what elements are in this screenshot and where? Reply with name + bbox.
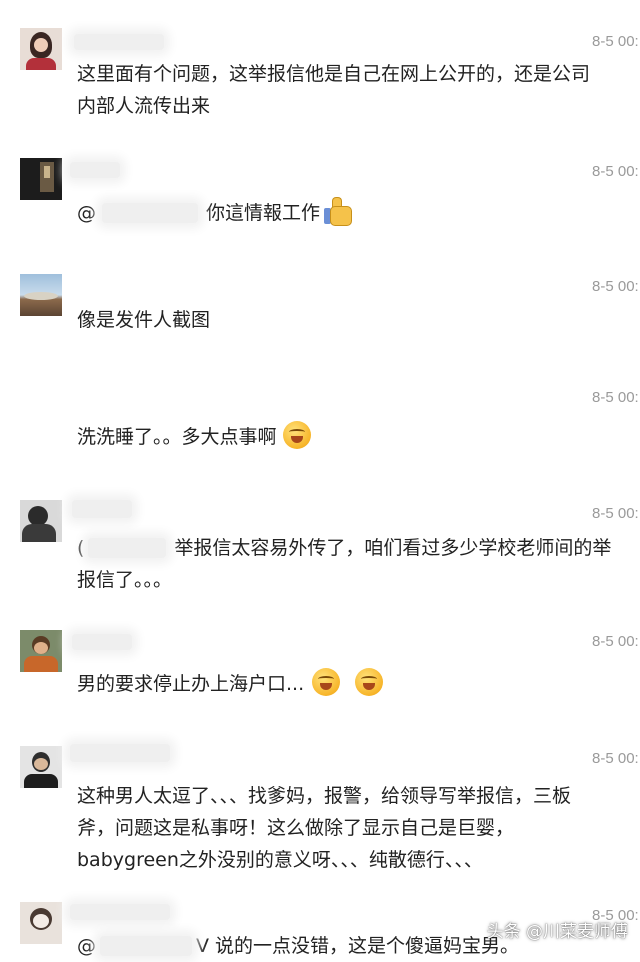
mention-prefix: @	[77, 935, 96, 957]
laugh-cry-icon	[282, 421, 311, 449]
username-redacted	[74, 34, 164, 50]
comment-text: 这种男人太逗了、、、找爹妈，报警，给领导写举报信，三板 斧，问题这是私事呀！这么…	[77, 780, 627, 876]
comment-timestamp: 8-5 00:	[592, 750, 639, 767]
comment-line: 内部人流传出来	[77, 95, 211, 117]
laugh-cry-icon	[312, 668, 341, 696]
username-redacted	[72, 500, 132, 518]
comment-timestamp: 8-5 00:	[592, 278, 639, 295]
comment-timestamp: 8-5 00:	[592, 163, 639, 180]
comment-line: 报信了。。。	[77, 569, 173, 591]
comment-text: 洗洗睡了。。多大点事啊	[77, 421, 627, 453]
comment-line: 洗洗睡了。。多大点事啊	[77, 426, 277, 448]
watermark: 头条 @川菜麦师傅	[486, 922, 628, 942]
comment-line: V 说的一点没错，这是个傻逼妈宝男。	[196, 935, 520, 957]
comment-text: ( 举报信太容易外传了，咱们看过多少学校老师间的举 报信了。。。	[77, 532, 627, 596]
mention-prefix: @	[77, 202, 96, 224]
comment-line: 像是发件人截图	[77, 309, 211, 331]
thumbs-up-icon	[324, 196, 354, 226]
comment-text: @ 你這情報工作	[77, 196, 627, 229]
comment-text: 像是发件人截图	[77, 304, 627, 336]
comment-timestamp: 8-5 00:	[592, 505, 639, 522]
username-redacted	[70, 744, 170, 762]
avatar[interactable]	[20, 500, 62, 542]
avatar[interactable]	[20, 274, 62, 316]
comment-timestamp: 8-5 00:	[592, 33, 639, 50]
username-redacted	[70, 162, 120, 178]
avatar[interactable]	[20, 158, 62, 200]
comment-line: babygreen之外没别的意义呀、、、纯散德行、、、	[77, 849, 483, 871]
avatar[interactable]	[20, 746, 62, 788]
comment-line: 你這情報工作	[206, 202, 321, 224]
comment-line: 这种男人太逗了、、、找爹妈，报警，给领导写举报信，三板	[77, 785, 572, 807]
comment-text: 这里面有个问题，这举报信他是自己在网上公开的，还是公司 内部人流传出来	[77, 58, 627, 122]
username-redacted	[72, 634, 132, 650]
avatar[interactable]	[20, 902, 62, 944]
comment-timestamp: 8-5 00:	[592, 389, 639, 406]
comment-line: 举报信太容易外传了，咱们看过多少学校老师间的举	[174, 537, 612, 559]
comment-line: 斧，问题这是私事呀！这么做除了显示自己是巨婴，	[77, 817, 515, 839]
comment-timestamp: 8-5 00:	[592, 633, 639, 650]
avatar[interactable]	[20, 630, 62, 672]
mention-redacted	[100, 936, 192, 956]
comment-line: 这里面有个问题，这举报信他是自己在网上公开的，还是公司	[77, 63, 591, 85]
comment-line: 男的要求停止办上海户口...	[77, 673, 305, 695]
mention-redacted	[102, 203, 198, 223]
username-redacted	[70, 904, 170, 920]
mention-redacted	[88, 538, 167, 558]
avatar[interactable]	[20, 28, 62, 70]
laugh-cry-icon	[355, 668, 384, 696]
mention-prefix: (	[77, 537, 85, 559]
comment-text: 男的要求停止办上海户口...	[77, 668, 627, 700]
